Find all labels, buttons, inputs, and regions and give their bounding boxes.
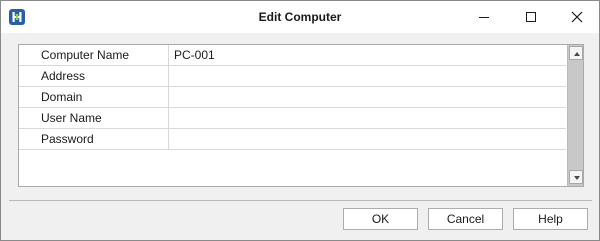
property-row-password[interactable]: Password [19,129,566,150]
vertical-scrollbar[interactable] [567,45,583,186]
divider [9,200,592,201]
edit-computer-dialog: Edit Computer Computer Name PC-001 Addre… [0,0,600,241]
scroll-up-button[interactable] [569,46,583,60]
address-field[interactable] [170,66,566,86]
close-icon [571,11,583,23]
minimize-icon [479,17,489,18]
property-row-domain[interactable]: Domain [19,87,566,108]
user-name-field[interactable] [170,108,566,128]
computer-name-field[interactable]: PC-001 [170,45,566,65]
scroll-down-button[interactable] [569,170,583,184]
maximize-icon [526,12,536,22]
property-rows: Computer Name PC-001 Address Domain User… [19,45,566,150]
property-row-address[interactable]: Address [19,66,566,87]
property-grid: Computer Name PC-001 Address Domain User… [18,44,584,187]
password-field[interactable] [170,129,566,149]
property-row-user-name[interactable]: User Name [19,108,566,129]
maximize-button[interactable] [508,1,554,33]
title-bar[interactable]: Edit Computer [1,1,599,33]
property-label: User Name [19,108,169,128]
cancel-button[interactable]: Cancel [428,208,503,230]
arrow-up-icon [574,52,580,56]
minimize-button[interactable] [461,1,507,33]
property-row-computer-name[interactable]: Computer Name PC-001 [19,45,566,66]
help-button[interactable]: Help [513,208,588,230]
ok-button[interactable]: OK [343,208,418,230]
arrow-down-icon [574,176,580,180]
domain-field[interactable] [170,87,566,107]
property-label: Password [19,129,169,149]
app-logo-icon [9,9,25,25]
property-label: Computer Name [19,45,169,65]
property-label: Address [19,66,169,86]
property-label: Domain [19,87,169,107]
close-button[interactable] [554,1,600,33]
